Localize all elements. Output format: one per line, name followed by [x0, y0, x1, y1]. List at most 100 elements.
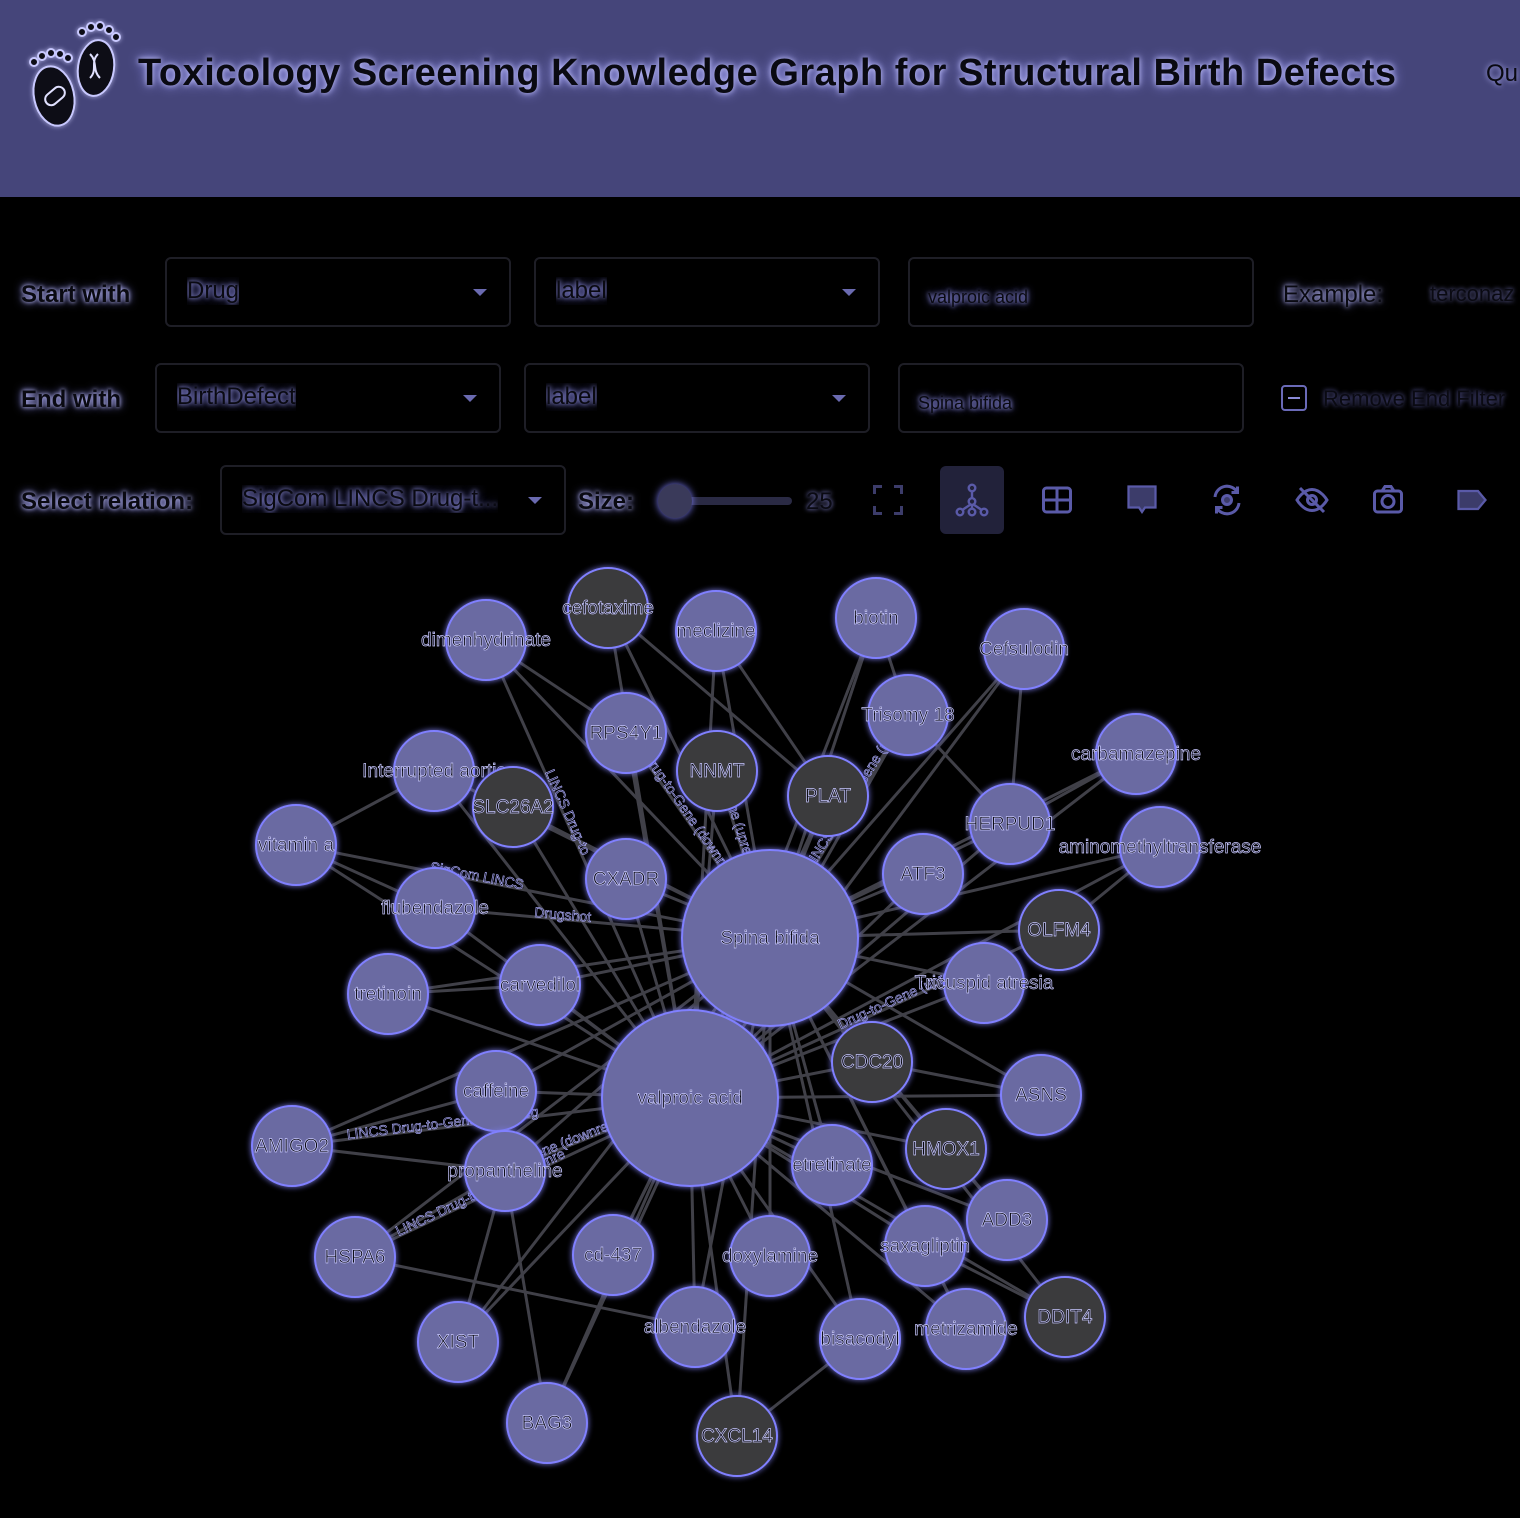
graph-node[interactable]: carvedilol — [499, 944, 581, 1026]
app-header: Toxicology Screening Knowledge Graph for… — [0, 0, 1520, 197]
example-label: Example: — [1283, 281, 1384, 308]
select-relation-label: Select relation: — [21, 488, 194, 515]
graph-node[interactable]: valproic acid — [601, 1009, 779, 1187]
graph-node[interactable]: biotin — [835, 577, 917, 659]
graph-node-label: OLFM4 — [1027, 920, 1091, 941]
chevron-down-icon — [463, 395, 477, 402]
refresh-layout-icon — [1213, 484, 1241, 516]
graph-node[interactable]: Spina bifida — [681, 849, 859, 1027]
graph-node[interactable]: CXADR — [585, 838, 667, 920]
fit-screen-button[interactable] — [856, 466, 920, 534]
start-with-label: Start with — [21, 281, 131, 308]
graph-node-label: flubendazole — [381, 898, 489, 919]
graph-node-label: meclizine — [676, 621, 755, 642]
tooltip-button[interactable] — [1110, 466, 1174, 534]
graph-node[interactable]: HSPA6 — [314, 1216, 396, 1298]
network-layout-button[interactable] — [940, 466, 1004, 534]
graph-node[interactable]: doxylamine — [722, 1215, 818, 1297]
graph-node-label: PLAT — [805, 786, 852, 807]
fit-screen-icon — [873, 485, 903, 515]
graph-node-label: cd-437 — [584, 1245, 642, 1266]
graph-node[interactable]: aminomethyltransferase — [1058, 806, 1262, 888]
start-field-select[interactable]: label — [534, 257, 880, 327]
graph-node[interactable]: dimenhydrinate — [421, 599, 551, 681]
graph-node-label: CXCL14 — [701, 1426, 773, 1447]
screenshot-button[interactable] — [1356, 466, 1420, 534]
graph-node-label: ADD3 — [982, 1210, 1033, 1231]
graph-node[interactable]: etretinate — [791, 1124, 873, 1206]
graph-node[interactable]: SLC26A2 — [472, 766, 554, 848]
chevron-down-icon — [842, 289, 856, 296]
label-tag-button[interactable] — [1440, 466, 1504, 534]
footprints-logo-icon[interactable] — [20, 18, 128, 134]
graph-node[interactable]: CDC20 — [831, 1021, 913, 1103]
graph-node[interactable]: cd-437 — [572, 1214, 654, 1296]
graph-node[interactable]: RPS4Y1 — [585, 692, 667, 774]
grid-layout-button[interactable] — [1025, 466, 1089, 534]
graph-node[interactable]: ASNS — [1000, 1054, 1082, 1136]
graph-node[interactable]: caffeine — [455, 1050, 537, 1132]
size-slider-thumb[interactable] — [658, 484, 692, 518]
graph-node[interactable]: HMOX1 — [905, 1108, 987, 1190]
knowledge-graph-canvas[interactable]: LINCS Drug-to Drug-to-Gene (downrSigCom L… — [0, 540, 1520, 1518]
hide-labels-button[interactable] — [1280, 466, 1344, 534]
graph-node[interactable]: AMIGO2 — [251, 1105, 333, 1187]
graph-node[interactable]: BAG3 — [506, 1382, 588, 1464]
graph-node[interactable]: ADD3 — [966, 1179, 1048, 1261]
relation-value: SigCom LINCS Drug-t... — [242, 485, 499, 512]
graph-node[interactable]: NNMT — [676, 730, 758, 812]
refresh-layout-button[interactable] — [1195, 466, 1259, 534]
graph-node[interactable]: PLAT — [787, 755, 869, 837]
graph-node[interactable]: vitamin a — [255, 804, 337, 886]
size-value: 25 — [806, 488, 833, 515]
end-type-select[interactable]: BirthDefect — [155, 363, 501, 433]
graph-node[interactable]: CXCL14 — [696, 1395, 778, 1477]
graph-node-label: Trisomy 18 — [861, 705, 954, 726]
graph-node-label: Spina bifida — [720, 928, 820, 949]
end-with-label: End with — [21, 386, 121, 413]
graph-node-label: albendazole — [644, 1317, 746, 1338]
remove-end-filter-label[interactable]: Remove End Filter — [1323, 386, 1505, 412]
graph-node-label: NNMT — [690, 761, 745, 782]
example-link[interactable]: terconaz — [1430, 281, 1514, 307]
graph-node-label: bisacodyl — [820, 1329, 899, 1350]
end-value-input[interactable]: Spina bifida — [898, 363, 1244, 433]
graph-node-label: biotin — [853, 608, 898, 629]
camera-icon — [1373, 485, 1403, 514]
graph-node-label: cefotaxime — [562, 598, 654, 619]
end-field-select[interactable]: label — [524, 363, 870, 433]
graph-node[interactable]: tretinoin — [347, 953, 429, 1035]
grid-layout-icon — [1042, 486, 1072, 514]
nav-link-query[interactable]: Qu — [1486, 60, 1518, 88]
graph-node[interactable]: albendazole — [643, 1286, 747, 1368]
graph-node-label: CDC20 — [841, 1052, 903, 1073]
relation-select[interactable]: SigCom LINCS Drug-t... — [220, 465, 566, 535]
end-value-text: Spina bifida — [918, 393, 1013, 413]
graph-node[interactable]: ATF3 — [882, 833, 964, 915]
remove-end-filter-checkbox[interactable] — [1281, 385, 1307, 411]
graph-node-label: carvedilol — [500, 975, 580, 996]
graph-node[interactable]: carbamazepine — [1071, 713, 1201, 795]
graph-node[interactable]: Cefsulodin — [979, 608, 1069, 690]
graph-node-label: vitamin a — [258, 835, 334, 856]
graph-nodes: Spina bifida valproic acid cefotaxime dimen… — [251, 567, 1262, 1477]
graph-node[interactable]: XIST — [417, 1301, 499, 1383]
graph-node-label: doxylamine — [722, 1246, 818, 1267]
start-value-input[interactable]: valproic acid — [908, 257, 1254, 327]
graph-node-label: aminomethyltransferase — [1059, 837, 1262, 858]
graph-node-label: SLC26A2 — [472, 797, 553, 818]
graph-node[interactable]: OLFM4 — [1018, 889, 1100, 971]
graph-node-label: Cefsulodin — [979, 639, 1069, 660]
tooltip-icon — [1127, 485, 1157, 515]
start-type-value: Drug — [187, 277, 240, 304]
chevron-down-icon — [473, 289, 487, 296]
graph-node-label: metrizamide — [914, 1319, 1017, 1340]
chevron-down-icon — [832, 395, 846, 402]
graph-node-label: etretinate — [792, 1155, 871, 1176]
graph-node[interactable]: meclizine — [675, 590, 757, 672]
graph-node[interactable]: bisacodyl — [819, 1298, 901, 1380]
graph-node-label: BAG3 — [522, 1413, 573, 1434]
start-type-select[interactable]: Drug — [165, 257, 511, 327]
graph-node[interactable]: metrizamide — [914, 1288, 1018, 1370]
graph-node[interactable]: DDIT4 — [1024, 1276, 1106, 1358]
